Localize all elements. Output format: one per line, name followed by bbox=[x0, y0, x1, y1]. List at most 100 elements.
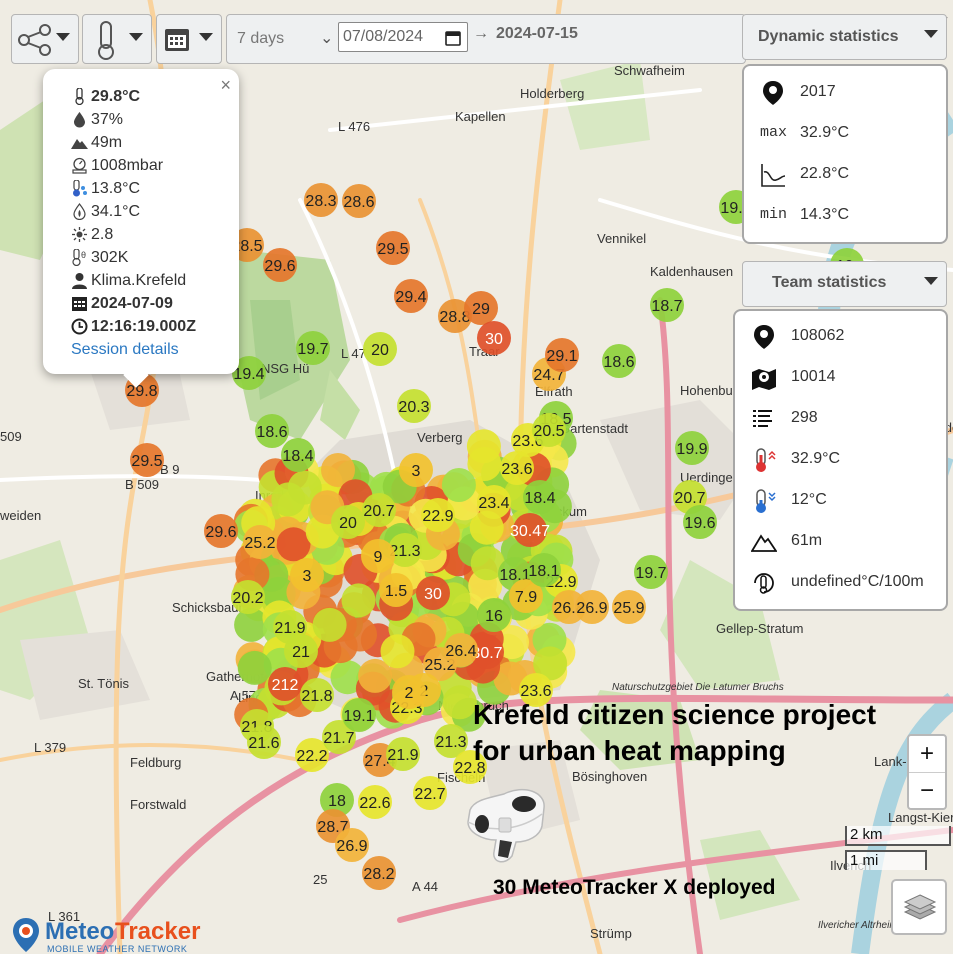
temperature-marker[interactable]: 19.7 bbox=[634, 555, 668, 589]
temperature-marker[interactable]: 25.9 bbox=[612, 590, 646, 624]
layers-button[interactable] bbox=[891, 879, 947, 935]
team-statistics-panel: 108062 10014 298 32.9°C 12°C 61m undefin… bbox=[733, 309, 948, 611]
temperature-marker[interactable]: 28.2 bbox=[362, 856, 396, 890]
end-date: 2024-07-15 bbox=[496, 25, 578, 42]
popup-uv: 2.8 bbox=[71, 223, 227, 246]
marker-value: 18.4 bbox=[524, 490, 555, 507]
period-select[interactable]: 7 days ⌄ bbox=[237, 25, 337, 53]
temperature-marker[interactable]: 21 bbox=[284, 634, 318, 668]
map-label: Kapellen bbox=[455, 109, 506, 124]
thermometer-icon bbox=[75, 88, 84, 105]
calendar-dropdown[interactable] bbox=[156, 14, 222, 64]
marker-dot bbox=[271, 482, 306, 517]
project-title-line1: Krefeld citizen science project bbox=[473, 699, 877, 730]
logo-name-part1: Meteo bbox=[45, 918, 115, 945]
map-label: A 44 bbox=[412, 879, 438, 894]
temperature-marker[interactable]: 9 bbox=[361, 539, 395, 573]
temperature-marker[interactable]: 26.9 bbox=[575, 590, 609, 624]
temperature-marker[interactable]: 29.6 bbox=[263, 248, 297, 282]
marker-value: 21.8 bbox=[301, 688, 332, 705]
temperature-marker[interactable]: 18.4 bbox=[523, 480, 557, 514]
temperature-marker[interactable]: 29.5 bbox=[376, 231, 410, 265]
temperature-marker[interactable]: 20 bbox=[331, 505, 365, 539]
temperature-marker[interactable]: 29 bbox=[464, 291, 498, 325]
temperature-marker[interactable]: 23.6 bbox=[500, 451, 534, 485]
map-label: weiden bbox=[0, 508, 41, 523]
map-label: L 379 bbox=[34, 740, 66, 755]
temperature-marker[interactable]: 28.6 bbox=[342, 184, 376, 218]
calendar-icon bbox=[165, 29, 189, 51]
temperature-marker[interactable]: 18.1 bbox=[527, 553, 561, 587]
temperature-marker[interactable]: 20.2 bbox=[231, 580, 265, 614]
temperature-marker[interactable]: 29.1 bbox=[545, 338, 579, 372]
popup-user: Klima.Krefeld bbox=[71, 269, 227, 292]
meteotracker-logo[interactable]: Meteo Tracker MOBILE WEATHER NETWORK bbox=[11, 917, 211, 954]
map-label: Hohenbu bbox=[680, 383, 733, 398]
share-dropdown[interactable] bbox=[11, 14, 79, 64]
scale-mi: 1 mi bbox=[845, 850, 927, 870]
temperature-marker[interactable]: 22.6 bbox=[358, 785, 392, 819]
popup-altitude: 49m bbox=[71, 131, 227, 154]
temperature-marker[interactable]: 21.8 bbox=[300, 678, 334, 712]
sensor-dropdown[interactable] bbox=[82, 14, 152, 64]
temperature-marker[interactable]: 19.9 bbox=[675, 431, 709, 465]
thermometer-cold-icon bbox=[756, 489, 776, 513]
temperature-marker[interactable]: 1.5 bbox=[379, 573, 413, 607]
calendar-icon bbox=[72, 297, 87, 311]
marker-value: 9 bbox=[374, 549, 383, 566]
temperature-marker[interactable]: 16 bbox=[477, 598, 511, 632]
popup-humidity: 37% bbox=[71, 108, 227, 131]
temperature-marker[interactable]: 20.3 bbox=[397, 389, 431, 423]
user-icon bbox=[72, 273, 87, 289]
session-details-link[interactable]: Session details bbox=[71, 338, 227, 361]
marker-value: 30.47 bbox=[510, 523, 550, 540]
temperature-marker[interactable]: 18.6 bbox=[602, 344, 636, 378]
temperature-marker[interactable]: 3 bbox=[399, 453, 433, 487]
temperature-marker[interactable]: 28.3 bbox=[304, 183, 338, 217]
temperature-marker[interactable]: 29.5 bbox=[130, 443, 164, 477]
temperature-marker[interactable]: 30 bbox=[477, 321, 511, 355]
temperature-marker[interactable]: 18.6 bbox=[255, 414, 289, 448]
marker-value: 28.3 bbox=[305, 193, 336, 210]
popup-temperature: 29.8°C bbox=[71, 85, 227, 108]
temperature-marker[interactable]: 22.7 bbox=[413, 776, 447, 810]
zoom-out-button[interactable]: − bbox=[909, 773, 945, 809]
temperature-marker[interactable]: 23.4 bbox=[477, 485, 511, 519]
temperature-marker[interactable]: 18.7 bbox=[650, 288, 684, 322]
zoom-in-button[interactable]: + bbox=[909, 736, 945, 773]
temperature-marker[interactable]: 29.4 bbox=[394, 279, 428, 313]
popup-time: 12:16:19.000Z bbox=[71, 315, 227, 338]
temperature-marker[interactable]: 20.5 bbox=[532, 413, 566, 447]
temperature-marker[interactable]: 29.6 bbox=[204, 514, 238, 548]
location-pin-icon bbox=[763, 81, 783, 105]
marker-value: 22.7 bbox=[414, 786, 445, 803]
temperature-marker[interactable]: 21.9 bbox=[386, 737, 420, 771]
temperature-marker[interactable]: 19.6 bbox=[683, 505, 717, 539]
marker-value: 20.2 bbox=[232, 590, 263, 607]
temperature-marker[interactable]: 20.7 bbox=[362, 493, 396, 527]
temperature-marker[interactable]: 3 bbox=[290, 558, 324, 592]
temperature-marker[interactable]: 30 bbox=[416, 576, 450, 610]
map-label: Verberg bbox=[417, 430, 463, 445]
temperature-marker[interactable]: 2 bbox=[392, 675, 426, 709]
temperature-marker[interactable]: 22.9 bbox=[421, 498, 455, 532]
temperature-marker[interactable]: 18.4 bbox=[281, 438, 315, 472]
temperature-marker[interactable]: 25.2 bbox=[243, 525, 277, 559]
map-label: St. Tönis bbox=[78, 676, 130, 691]
dynamic-statistics-toggle[interactable]: Dynamic statistics bbox=[742, 14, 947, 60]
meteotracker-device-image bbox=[467, 788, 545, 863]
calendar-icon[interactable] bbox=[445, 30, 461, 46]
temperature-marker[interactable]: 19.1 bbox=[342, 698, 376, 732]
start-date-input[interactable]: 07/08/2024 bbox=[338, 22, 468, 52]
popup-date: 2024-07-09 bbox=[71, 292, 227, 315]
temperature-marker[interactable]: 26.9 bbox=[335, 828, 369, 862]
marker-value: 30 bbox=[424, 586, 442, 603]
temperature-marker[interactable]: 20 bbox=[363, 332, 397, 366]
team-statistics-toggle[interactable]: Team statistics bbox=[742, 261, 947, 307]
marker-value: 29.4 bbox=[395, 289, 426, 306]
temperature-marker[interactable]: 26.4 bbox=[444, 633, 478, 667]
temperature-marker[interactable]: 19.7 bbox=[296, 331, 330, 365]
marker-value: 2 bbox=[405, 685, 414, 702]
temperature-marker[interactable]: 21.6 bbox=[247, 725, 281, 759]
temperature-marker[interactable]: 212 bbox=[268, 667, 302, 701]
